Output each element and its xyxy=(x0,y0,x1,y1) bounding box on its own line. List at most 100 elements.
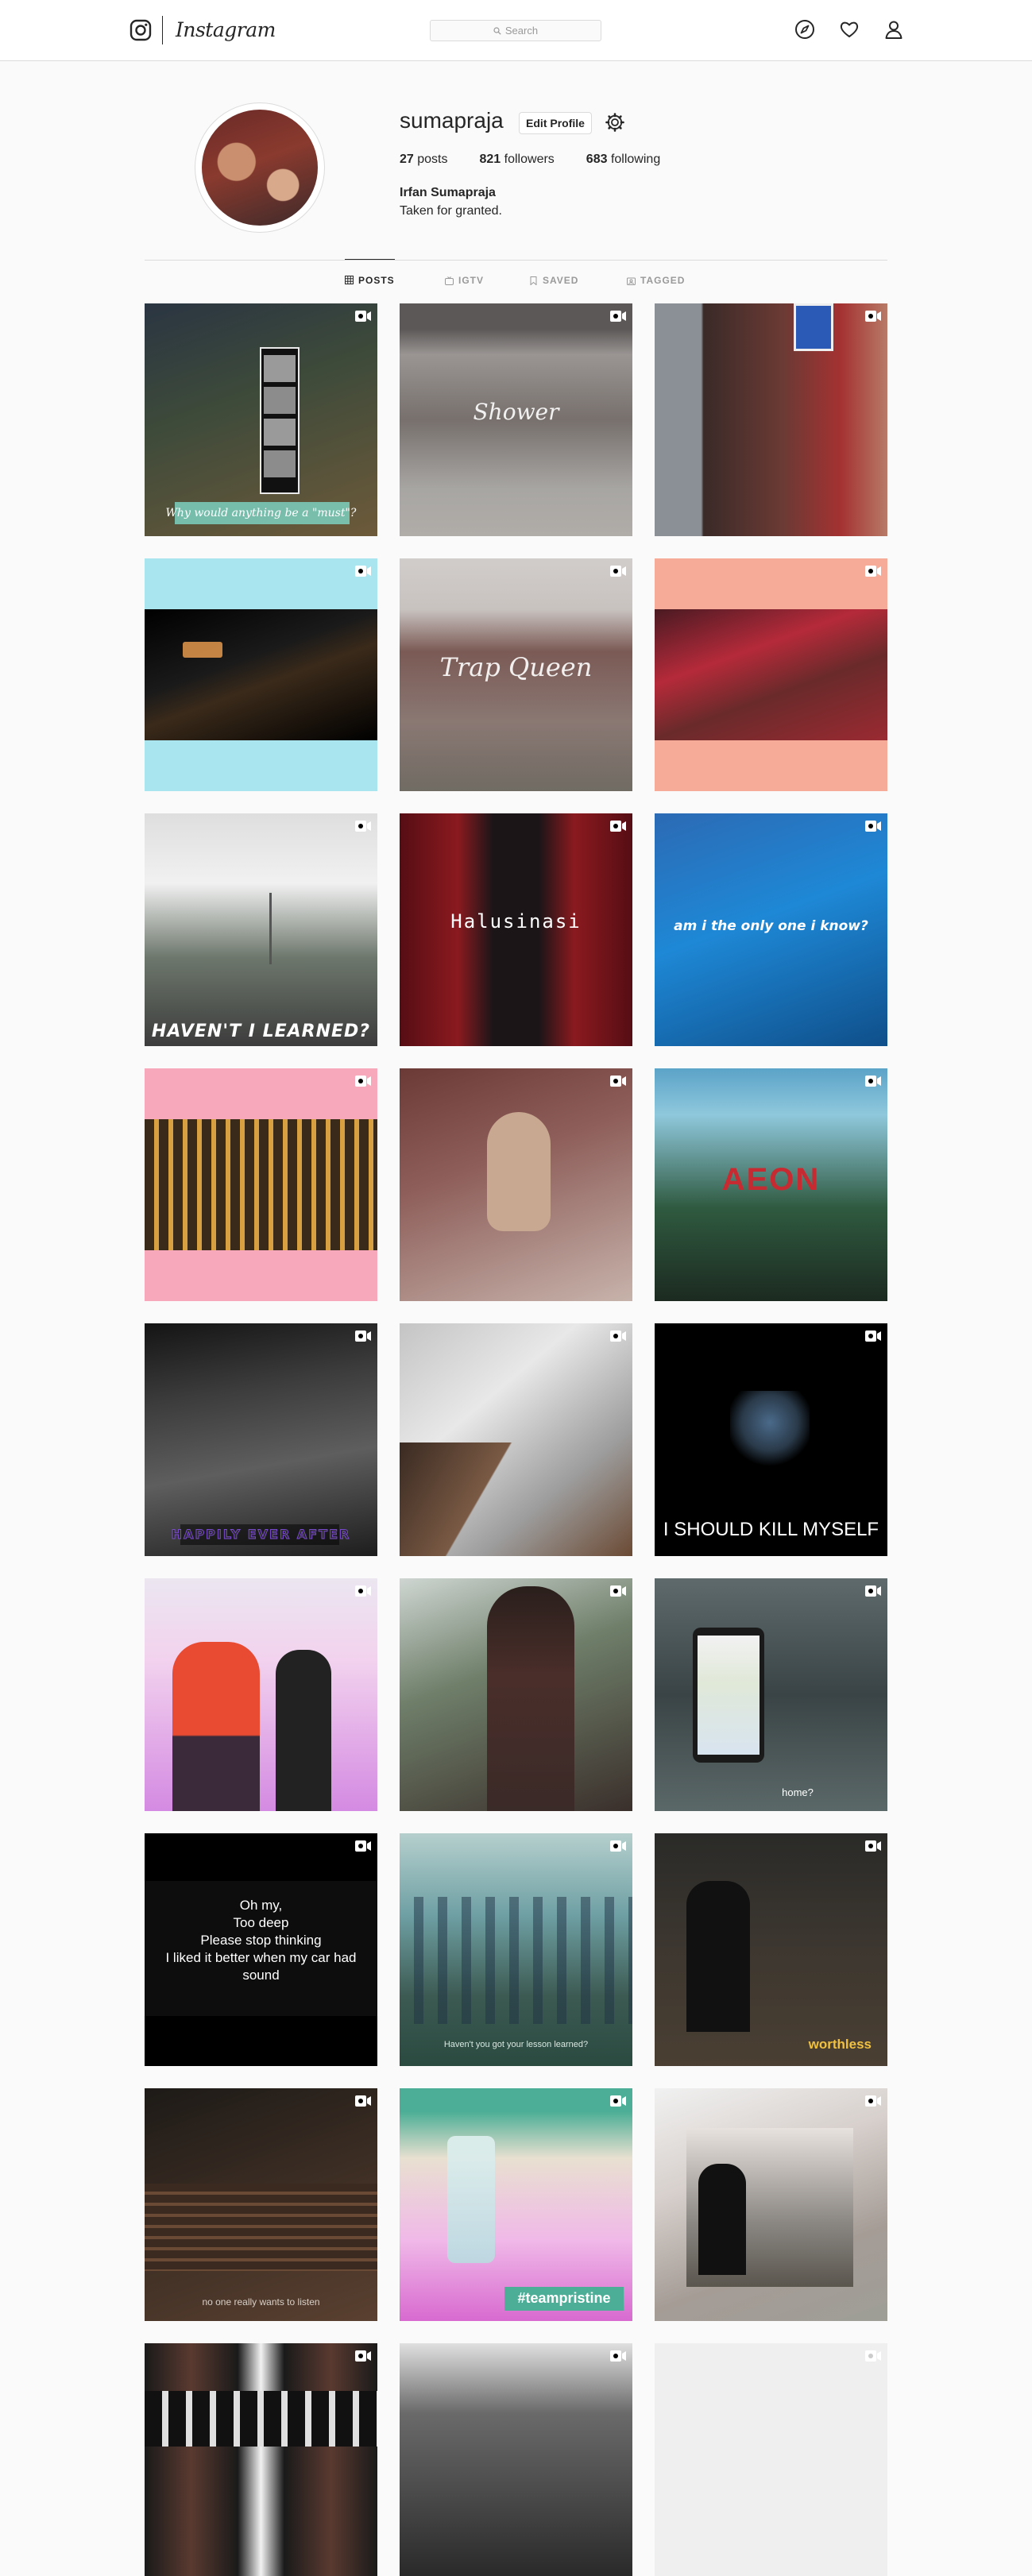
post-tile[interactable]: I SHOULD KILL MYSELF xyxy=(655,1323,887,1556)
video-icon xyxy=(610,566,626,577)
username: sumapraja xyxy=(400,108,504,133)
search-placeholder: Search xyxy=(504,25,539,37)
video-icon xyxy=(865,1585,881,1597)
video-icon xyxy=(610,2095,626,2107)
video-icon xyxy=(355,1076,371,1087)
post-tile[interactable]: HAVEN'T I LEARNED? xyxy=(145,813,377,1046)
post-tile[interactable]: Shower xyxy=(400,303,632,536)
post-tile[interactable] xyxy=(400,2343,632,2576)
tabs-divider xyxy=(145,260,887,261)
video-icon xyxy=(610,311,626,322)
post-tile[interactable] xyxy=(400,1578,632,1811)
video-icon xyxy=(355,1585,371,1597)
post-tile[interactable]: AEON xyxy=(655,1068,887,1301)
post-tile[interactable]: Haven't you got your lesson learned? xyxy=(400,1833,632,2066)
user-icon[interactable] xyxy=(883,18,905,41)
video-icon xyxy=(355,311,371,322)
video-icon xyxy=(355,1840,371,1852)
compass-icon[interactable] xyxy=(794,18,816,41)
post-tile[interactable]: Halusinasi xyxy=(400,813,632,1046)
avatar-image xyxy=(202,110,318,226)
top-nav: Instagram Search xyxy=(0,0,1032,61)
post-tile[interactable]: Why would anything be a "must"? xyxy=(145,303,377,536)
post-tile[interactable] xyxy=(145,558,377,791)
post-tile[interactable]: #teampristine xyxy=(400,2088,632,2321)
search-icon xyxy=(493,26,501,35)
video-icon xyxy=(865,821,881,832)
post-caption: HAVEN'T I LEARNED? xyxy=(151,1022,371,1041)
post-caption: Halusinasi xyxy=(450,910,582,933)
bookmark-icon xyxy=(530,276,537,285)
post-tile[interactable] xyxy=(145,2343,377,2576)
search-input[interactable]: Search xyxy=(430,20,601,41)
post-tile[interactable]: am i the only one i know? xyxy=(655,813,887,1046)
post-tile[interactable] xyxy=(145,1068,377,1301)
bio: Taken for granted. xyxy=(400,204,502,218)
igtv-icon xyxy=(445,276,454,285)
video-icon xyxy=(610,1076,626,1087)
instagram-logo-icon[interactable] xyxy=(129,19,152,41)
post-tile[interactable] xyxy=(400,1323,632,1556)
video-icon xyxy=(865,2095,881,2107)
posts-count: 27 posts xyxy=(400,153,448,166)
posts-grid: Why would anything be a "must"? Shower T… xyxy=(145,303,887,2576)
post-tile[interactable] xyxy=(655,303,887,536)
post-tile[interactable]: HAPPILY EVER AFTER xyxy=(145,1323,377,1556)
post-tile[interactable] xyxy=(145,1578,377,1811)
post-caption: worthless xyxy=(808,2037,872,2052)
tab-saved[interactable]: SAVED xyxy=(529,260,578,301)
full-name: Irfan Sumapraja xyxy=(400,186,496,199)
video-icon xyxy=(865,1330,881,1342)
profile-stats: 27 posts 821 followers 683 following xyxy=(400,153,660,167)
video-icon xyxy=(355,1330,371,1342)
video-icon xyxy=(865,1840,881,1852)
post-caption: HAPPILY EVER AFTER xyxy=(171,1527,351,1543)
video-icon xyxy=(865,1076,881,1087)
post-tile[interactable] xyxy=(655,2088,887,2321)
video-icon xyxy=(610,821,626,832)
video-icon xyxy=(610,1330,626,1342)
video-icon xyxy=(865,2350,881,2362)
logo-divider xyxy=(162,16,163,44)
post-tile[interactable]: no one really wants to listen xyxy=(145,2088,377,2321)
video-icon xyxy=(865,566,881,577)
tag-icon xyxy=(627,277,636,285)
video-icon xyxy=(610,2350,626,2362)
post-tile[interactable] xyxy=(655,2343,887,2576)
tab-posts[interactable]: POSTS xyxy=(345,259,395,300)
post-caption: Trap Queen xyxy=(439,652,593,682)
post-caption: #teampristine xyxy=(517,2290,611,2306)
post-tile[interactable] xyxy=(655,558,887,791)
followers-link[interactable]: 821 followers xyxy=(480,153,555,167)
instagram-wordmark[interactable]: Instagram xyxy=(176,16,276,44)
post-tile[interactable]: Oh my, Too deep Please stop thinking I l… xyxy=(145,1833,377,2066)
video-icon xyxy=(355,566,371,577)
video-icon xyxy=(355,2350,371,2362)
video-icon xyxy=(865,311,881,322)
video-icon xyxy=(610,1585,626,1597)
post-caption: Why would anything be a "must"? xyxy=(165,507,357,519)
post-caption: am i the only one i know? xyxy=(674,918,868,934)
settings-gear-icon[interactable] xyxy=(605,112,625,133)
tab-tagged[interactable]: TAGGED xyxy=(627,260,685,301)
nav-icons xyxy=(794,18,905,41)
post-caption: Oh my, Too deep Please stop thinking I l… xyxy=(165,1898,357,1983)
post-tile[interactable]: Trap Queen xyxy=(400,558,632,791)
video-icon xyxy=(610,1840,626,1852)
post-caption: no one really wants to listen xyxy=(202,2296,320,2308)
edit-profile-button[interactable]: Edit Profile xyxy=(519,112,592,134)
tab-igtv[interactable]: IGTV xyxy=(445,260,484,301)
post-caption: I SHOULD KILL MYSELF xyxy=(663,1519,879,1540)
post-caption: Haven't you got your lesson learned? xyxy=(443,2040,589,2049)
post-caption: AEON xyxy=(721,1162,821,1197)
post-tile[interactable]: worthless xyxy=(655,1833,887,2066)
video-icon xyxy=(355,2095,371,2107)
following-link[interactable]: 683 following xyxy=(586,153,660,167)
post-tile[interactable]: home? xyxy=(655,1578,887,1811)
heart-icon[interactable] xyxy=(838,18,860,41)
post-caption: home? xyxy=(782,1786,814,1798)
video-icon xyxy=(355,821,371,832)
grid-icon xyxy=(345,276,354,284)
avatar[interactable] xyxy=(195,102,325,233)
post-tile[interactable] xyxy=(400,1068,632,1301)
